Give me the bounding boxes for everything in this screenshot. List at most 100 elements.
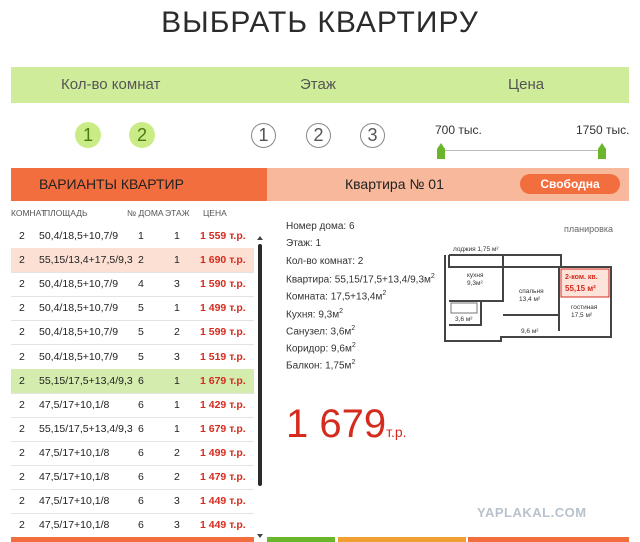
price-min-handle[interactable]	[437, 143, 445, 159]
price-max-label: 1750 тыс.	[576, 123, 630, 137]
detail-sup: 2	[430, 272, 435, 280]
table-row[interactable]: 2 50,4/18,5+10,7/9 1 1 1 559 т.р.	[11, 224, 254, 249]
row-house: 4	[138, 278, 144, 291]
variants-header: ВАРИАНТЫ КВАРТИР	[11, 168, 267, 201]
price-slider-track[interactable]	[441, 150, 603, 151]
detail-text: Комната: 17,5+13,4м	[286, 291, 383, 303]
row-rooms: 2	[19, 398, 25, 411]
table-row[interactable]: 2 47,5/17+10,1/8 6 1 1 429 т.р.	[11, 393, 254, 418]
row-area: 55,15/13,4+17,5/9,3	[39, 254, 133, 267]
scroll-up-icon[interactable]	[257, 236, 263, 240]
plan-living-area: 17,5 м²	[571, 312, 593, 319]
apartment-price: 1 679т.р.	[286, 402, 407, 447]
room-option-1[interactable]: 1	[75, 122, 101, 148]
floor-option-1[interactable]: 1	[251, 123, 276, 148]
plan-bath-area: 3,6 м²	[455, 316, 473, 323]
plan-kitchen-area: 9,3м²	[467, 280, 484, 287]
row-floor: 1	[174, 230, 180, 242]
variants-header-label: ВАРИАНТЫ КВАРТИР	[39, 176, 184, 192]
table-row[interactable]: 2 50,4/18,5+10,7/9 5 1 1 499 т.р.	[11, 296, 254, 322]
room-option-2[interactable]: 2	[129, 122, 155, 148]
row-price: 1 479 т.р.	[200, 471, 246, 483]
detail-text: Квартира: 55,15/17,5+13,4/9,3м	[286, 274, 431, 286]
apartment-name: Квартира № 01	[345, 176, 444, 192]
row-area: 47,5/17+10,1/8	[39, 446, 110, 459]
row-floor: 3	[174, 519, 180, 532]
row-area: 55,15/17,5+13,4/9,3	[39, 422, 133, 435]
detail-text: Номер дома: 6	[286, 221, 355, 232]
row-floor: 1	[174, 254, 180, 267]
apartment-price-value: 1 679	[286, 402, 387, 446]
plan-bedroom-area: 13,4 м²	[519, 296, 541, 303]
bottom-strip-green	[267, 537, 335, 542]
detail-text: Балкон: 1,75м	[286, 360, 352, 372]
row-price: 1 449 т.р.	[200, 495, 246, 508]
table-row[interactable]: 2 50,4/18,5+10,7/9 4 3 1 590 т.р.	[11, 272, 254, 298]
row-floor: 3	[174, 495, 180, 508]
table-row[interactable]: 2 55,15/17,5+13,4/9,3 6 1 1 679 т.р.	[11, 417, 254, 442]
row-rooms: 2	[19, 495, 25, 508]
row-house: 6	[138, 495, 144, 508]
table-row[interactable]: 2 47,5/17+10,1/8 6 2 1 499 т.р.	[11, 441, 254, 466]
price-max-handle[interactable]	[598, 143, 606, 159]
table-row[interactable]: 2 55,15/17,5+13,4/9,3 6 1 1 679 т.р.	[11, 368, 254, 394]
apartment-detail-line: Квартира: 55,15/17,5+13,4/9,3м2	[286, 273, 435, 285]
apartment-header: Квартира № 01 Свободна	[267, 168, 629, 201]
row-rooms: 2	[19, 374, 25, 387]
row-floor: 1	[174, 398, 180, 411]
row-price: 1 590 т.р.	[200, 278, 246, 291]
scrollbar-thumb[interactable]	[258, 244, 262, 486]
row-price: 1 519 т.р.	[200, 350, 246, 363]
row-area: 47,5/17+10,1/8	[39, 471, 110, 483]
floor-option-3[interactable]: 3	[360, 123, 385, 148]
table-row[interactable]: 2 50,4/18,5+10,7/9 5 3 1 519 т.р.	[11, 345, 254, 370]
apartment-detail-line: Балкон: 1,75м2	[286, 359, 355, 371]
row-rooms: 2	[19, 350, 25, 363]
table-row[interactable]: 2 47,5/17+10,1/8 6 3 1 449 т.р.	[11, 489, 254, 515]
row-price: 1 499 т.р.	[200, 446, 246, 459]
table-row[interactable]: 2 55,15/13,4+17,5/9,3 2 1 1 690 т.р.	[11, 248, 254, 274]
row-floor: 3	[174, 278, 180, 291]
row-floor: 1	[174, 422, 180, 435]
apartment-detail-line: Коридор: 9,6м2	[286, 342, 356, 354]
row-rooms: 2	[19, 326, 25, 339]
floor-option-2[interactable]: 2	[306, 123, 331, 148]
row-house: 5	[138, 326, 144, 339]
row-floor: 2	[174, 326, 180, 339]
floor-filter-label: Этаж	[300, 76, 336, 93]
row-floor: 3	[174, 350, 180, 363]
scroll-down-icon[interactable]	[257, 534, 263, 538]
row-price: 1 449 т.р.	[200, 519, 246, 532]
detail-sup: 2	[351, 324, 356, 332]
column-area: ПЛОЩАДЬ	[44, 208, 88, 218]
floor-plan[interactable]: лоджия 1,75 м² кухня 9,3м² спальня 13,4 …	[441, 241, 615, 345]
plan-badge-area: 55,15 м²	[565, 284, 596, 293]
detail-text: Санузел: 3,6м	[286, 326, 352, 338]
row-price: 1 499 т.р.	[200, 302, 246, 315]
rooms-filter-label: Кол-во комнат	[61, 76, 161, 93]
row-area: 55,15/17,5+13,4/9,3	[39, 374, 133, 387]
table-row[interactable]: 2 47,5/17+10,1/8 6 3 1 449 т.р.	[11, 513, 254, 539]
detail-sup: 2	[339, 307, 344, 315]
detail-text: Коридор: 9,6м	[286, 343, 352, 355]
table-row[interactable]: 2 50,4/18,5+10,7/9 5 2 1 599 т.р.	[11, 320, 254, 346]
row-price: 1 599 т.р.	[200, 326, 246, 339]
row-price: 1 429 т.р.	[200, 398, 246, 411]
row-house: 6	[138, 446, 144, 459]
row-house: 6	[138, 374, 144, 387]
price-filter-label: Цена	[508, 76, 545, 93]
price-min-label: 700 тыс.	[435, 123, 482, 137]
row-rooms: 2	[19, 446, 25, 459]
row-rooms: 2	[19, 519, 25, 532]
bottom-strip-right	[468, 537, 629, 542]
plan-bedroom-name: спальня	[519, 288, 544, 295]
column-floor: ЭТАЖ	[165, 208, 190, 218]
variants-scrollbar[interactable]	[257, 236, 263, 538]
row-price: 1 690 т.р.	[200, 254, 246, 267]
plan-badge-title: 2-ком. кв.	[565, 274, 598, 281]
apartment-detail-line: Этаж: 1	[286, 238, 321, 249]
row-area: 50,4/18,5+10,7/9	[39, 302, 119, 315]
table-row[interactable]: 2 47,5/17+10,1/8 6 2 1 479 т.р.	[11, 465, 254, 490]
detail-sup: 2	[351, 342, 356, 350]
column-price: ЦЕНА	[203, 208, 227, 218]
